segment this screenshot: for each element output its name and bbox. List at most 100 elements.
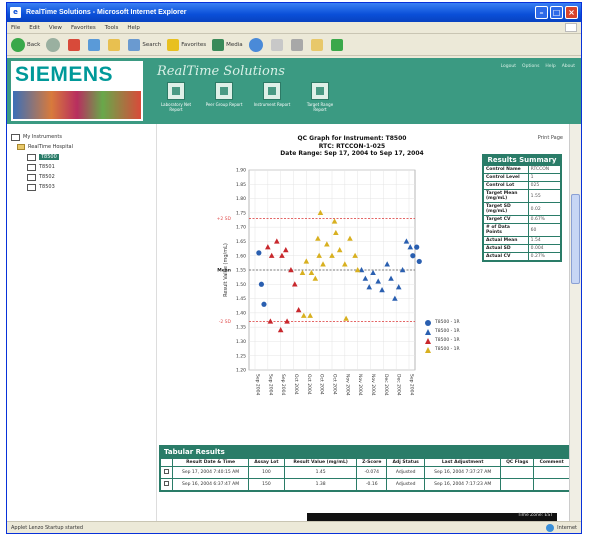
star-icon [167, 38, 180, 51]
back-arrow-icon [11, 37, 25, 52]
summary-row: Control Name RTCCON [483, 165, 562, 174]
table-cell [500, 466, 535, 479]
logo-text: SIEMENS [15, 63, 114, 86]
options-link[interactable]: Options [522, 64, 539, 69]
x-tick-label: Sep 2004 [280, 374, 286, 396]
vertical-scrollbar[interactable] [569, 124, 581, 521]
close-button[interactable]: × [565, 6, 578, 19]
y-tick-label: 1.60 [236, 253, 246, 259]
instrument-icon [27, 163, 36, 171]
browser-toolbar: Back Search Favorites Media [7, 34, 581, 56]
nav-target-range[interactable]: Target Range Report [301, 82, 339, 112]
instrument-icon [27, 173, 36, 181]
security-zone: Internet [546, 523, 577, 532]
row-select-checkbox[interactable] [159, 466, 174, 479]
logo-banner-image [13, 91, 141, 119]
nav-peer-group[interactable]: Peer Group Report [205, 82, 243, 112]
media-icon [212, 38, 225, 51]
logout-link[interactable]: Logout [501, 64, 516, 69]
tree-item[interactable]: T8503 [11, 182, 152, 192]
folder-button[interactable] [310, 38, 325, 51]
column-header[interactable]: QC Flags [500, 458, 535, 467]
reference-label: +2 SD [217, 216, 232, 222]
menu-favorites[interactable]: Favorites [71, 25, 96, 31]
y-tick-label: 1.40 [236, 310, 246, 316]
nav-lab-report[interactable]: Laboratory Net Report [157, 82, 195, 112]
about-link[interactable]: About [562, 64, 575, 69]
summary-key: Control Level [483, 173, 529, 182]
peer-group-icon [215, 82, 233, 100]
forward-button[interactable] [46, 37, 62, 52]
globe-icon [546, 523, 555, 532]
ie-icon: e [10, 7, 21, 18]
print-page-link[interactable]: Print Page [538, 135, 563, 141]
mail-button[interactable] [270, 38, 285, 51]
summary-key: Actual CV [483, 252, 529, 261]
refresh-button[interactable] [88, 38, 102, 51]
summary-value: 0.02 [527, 202, 562, 216]
menu-view[interactable]: View [49, 25, 62, 31]
table-cell [533, 466, 570, 479]
instrument-icon [27, 153, 36, 161]
summary-key: Control Lot [483, 181, 529, 190]
menu-file[interactable]: File [11, 25, 20, 31]
column-header[interactable]: Last Adjustment [424, 458, 502, 467]
scroll-thumb[interactable] [571, 194, 580, 284]
column-header[interactable] [159, 458, 174, 467]
back-button[interactable]: Back [11, 37, 40, 52]
triangle-marker-icon [425, 346, 431, 353]
y-tick-label: 1.70 [236, 225, 246, 231]
x-tick-label: Oct 2004 [293, 374, 299, 395]
header-links: Logout Options Help About [501, 64, 575, 69]
nav-instrument[interactable]: Instrument Report [253, 82, 291, 112]
siemens-logo: SIEMENS [11, 61, 143, 121]
x-tick-label: Oct 2004 [306, 374, 312, 395]
menu-edit[interactable]: Edit [29, 25, 40, 31]
column-header[interactable]: Comment [533, 458, 570, 467]
y-tick-label: 1.55 [236, 268, 246, 274]
table-row[interactable]: Sep 17, 2004 7:40:15 AM 100 1.45 -0.074 Adju… [159, 466, 570, 479]
forward-arrow-icon [46, 37, 61, 52]
maximize-button[interactable]: □ [550, 6, 563, 19]
print-button[interactable] [290, 38, 305, 51]
tree-item[interactable]: T8500 [11, 152, 152, 162]
column-header[interactable]: Z-Score [356, 458, 388, 467]
media-button[interactable]: Media [212, 38, 243, 51]
summary-key: # of Data Points [483, 223, 529, 237]
minimize-button[interactable]: – [535, 6, 548, 19]
column-header[interactable]: Result Date & Time [172, 458, 249, 467]
stop-icon [68, 38, 81, 51]
home-button[interactable] [108, 38, 122, 51]
tree-root[interactable]: My Instruments [11, 132, 152, 142]
title-bar[interactable]: e RealTime Solutions - Microsoft Interne… [7, 3, 581, 22]
menu-tools[interactable]: Tools [105, 25, 119, 31]
messenger-button[interactable] [330, 38, 345, 51]
circle-marker-icon [425, 319, 431, 326]
tree-item[interactable]: T8501 [11, 162, 152, 172]
help-link[interactable]: Help [545, 64, 555, 69]
messenger-icon [330, 38, 343, 51]
summary-key: Control Name [483, 165, 529, 174]
column-header[interactable]: Result Value (mg/mL) [283, 458, 358, 467]
tree-hospital[interactable]: RealTime Hospital [11, 142, 152, 152]
y-tick-label: 1.75 [236, 210, 246, 216]
data-point [258, 281, 265, 287]
stop-button[interactable] [68, 38, 82, 51]
table-row[interactable]: Sep 16, 2004 6:37:47 AM 150 1.38 -0.16 Adjus… [159, 478, 570, 491]
column-header[interactable]: Adj Status [386, 458, 426, 467]
tree-item[interactable]: T8502 [11, 172, 152, 182]
report-icon [167, 82, 185, 100]
row-select-checkbox[interactable] [159, 478, 174, 491]
page-content: SIEMENS RealTime Solutions Logout Option… [7, 58, 581, 521]
column-header[interactable]: Assay Lot [247, 458, 285, 467]
mail-icon [270, 38, 283, 51]
y-tick-label: 1.45 [236, 296, 246, 302]
computer-icon [11, 133, 20, 141]
menu-help[interactable]: Help [127, 25, 140, 31]
y-tick-label: 1.90 [236, 168, 246, 174]
y-tick-label: 1.20 [236, 368, 246, 374]
favorites-button[interactable]: Favorites [167, 38, 206, 51]
search-button[interactable]: Search [128, 38, 161, 51]
history-button[interactable] [248, 37, 265, 52]
x-tick-label: Oct 2004 [319, 374, 325, 395]
